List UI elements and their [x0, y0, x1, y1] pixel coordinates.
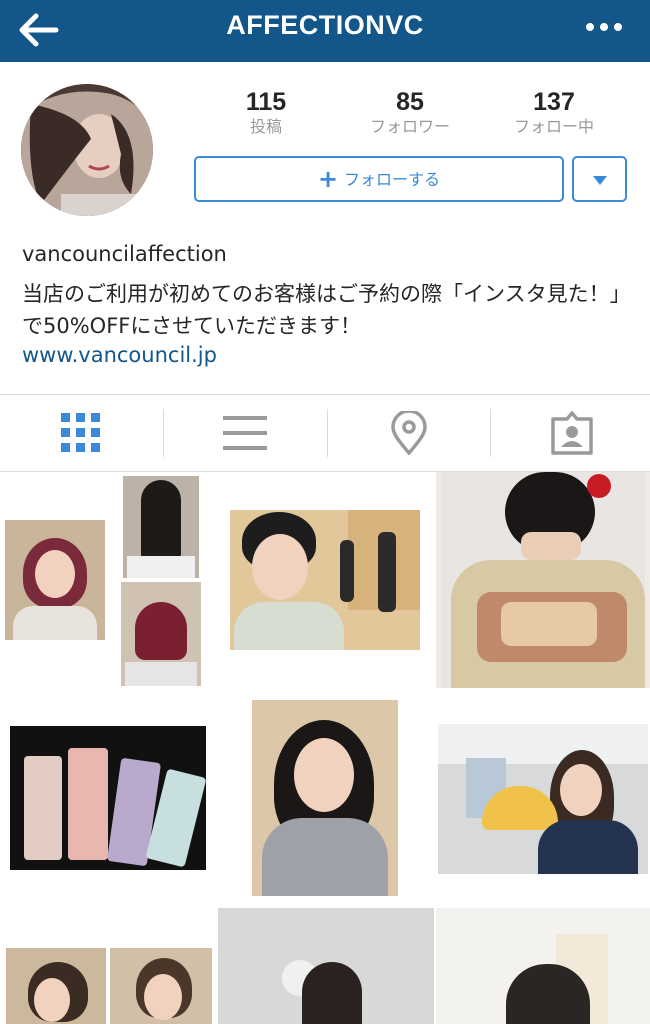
post-thumbnail[interactable]	[218, 472, 434, 688]
stat-posts-label: 投稿	[249, 117, 282, 136]
page-title: AFFECTIONVC	[226, 10, 424, 40]
photo-grid	[0, 472, 650, 1024]
post-image	[438, 724, 648, 874]
profile-stats: 115 投稿 85 フォロワー 137 フォロー中	[200, 88, 630, 148]
avatar[interactable]	[21, 84, 153, 216]
post-image	[252, 700, 398, 896]
post-image	[110, 948, 212, 1024]
profile-bio: 当店のご利用が初めてのお客様はご予約の際「インスタ見た！」で50%OFFにさせて…	[22, 282, 621, 338]
stat-posts-count: 115	[245, 88, 287, 116]
tagged-person-icon	[551, 411, 593, 455]
tab-tagged[interactable]	[491, 395, 650, 471]
tab-grid-view[interactable]	[0, 395, 162, 471]
tab-location[interactable]	[328, 395, 490, 471]
stat-followers-label: フォロワー	[369, 117, 450, 136]
post-thumbnail[interactable]	[436, 472, 650, 688]
more-dots-icon	[586, 23, 594, 31]
grid-icon	[61, 413, 100, 452]
location-pin-icon	[391, 411, 427, 455]
post-thumbnail[interactable]	[0, 908, 216, 1024]
post-thumbnail[interactable]	[218, 690, 434, 906]
post-image	[121, 582, 201, 686]
post-image	[6, 948, 106, 1024]
post-image	[436, 908, 650, 1024]
post-thumbnail[interactable]	[0, 690, 216, 906]
post-image	[10, 726, 207, 870]
post-thumbnail[interactable]	[436, 690, 650, 906]
post-image	[5, 520, 105, 640]
tab-list-view[interactable]	[164, 395, 326, 471]
post-thumbnail[interactable]	[218, 908, 434, 1024]
avatar-image	[21, 84, 153, 216]
plus-icon: +	[317, 165, 339, 193]
follow-button[interactable]: + フォローする	[194, 156, 564, 202]
stat-following[interactable]: 137 フォロー中	[484, 88, 624, 138]
profile-username: vancouncilaffection	[22, 242, 227, 266]
chevron-down-icon	[593, 176, 607, 185]
stat-posts[interactable]: 115 投稿	[196, 88, 336, 138]
profile-tab-bar	[0, 394, 650, 472]
post-image	[230, 510, 420, 650]
stat-following-count: 137	[533, 88, 575, 116]
list-icon	[223, 416, 267, 450]
stat-following-label: フォロー中	[513, 117, 594, 136]
follow-button-label: フォローする	[344, 170, 441, 189]
post-image	[123, 476, 199, 578]
post-thumbnail[interactable]	[436, 908, 650, 1024]
post-thumbnail[interactable]	[0, 472, 216, 688]
suggestions-dropdown-button[interactable]	[572, 156, 627, 202]
top-bar: AFFECTIONVC	[0, 0, 650, 62]
stat-followers[interactable]: 85 フォロワー	[340, 88, 480, 138]
more-options-button[interactable]	[586, 16, 630, 36]
post-image	[441, 472, 645, 688]
profile-website-link[interactable]: www.vancouncil.jp	[22, 343, 217, 367]
post-image	[218, 908, 434, 1024]
stat-followers-count: 85	[396, 88, 424, 116]
